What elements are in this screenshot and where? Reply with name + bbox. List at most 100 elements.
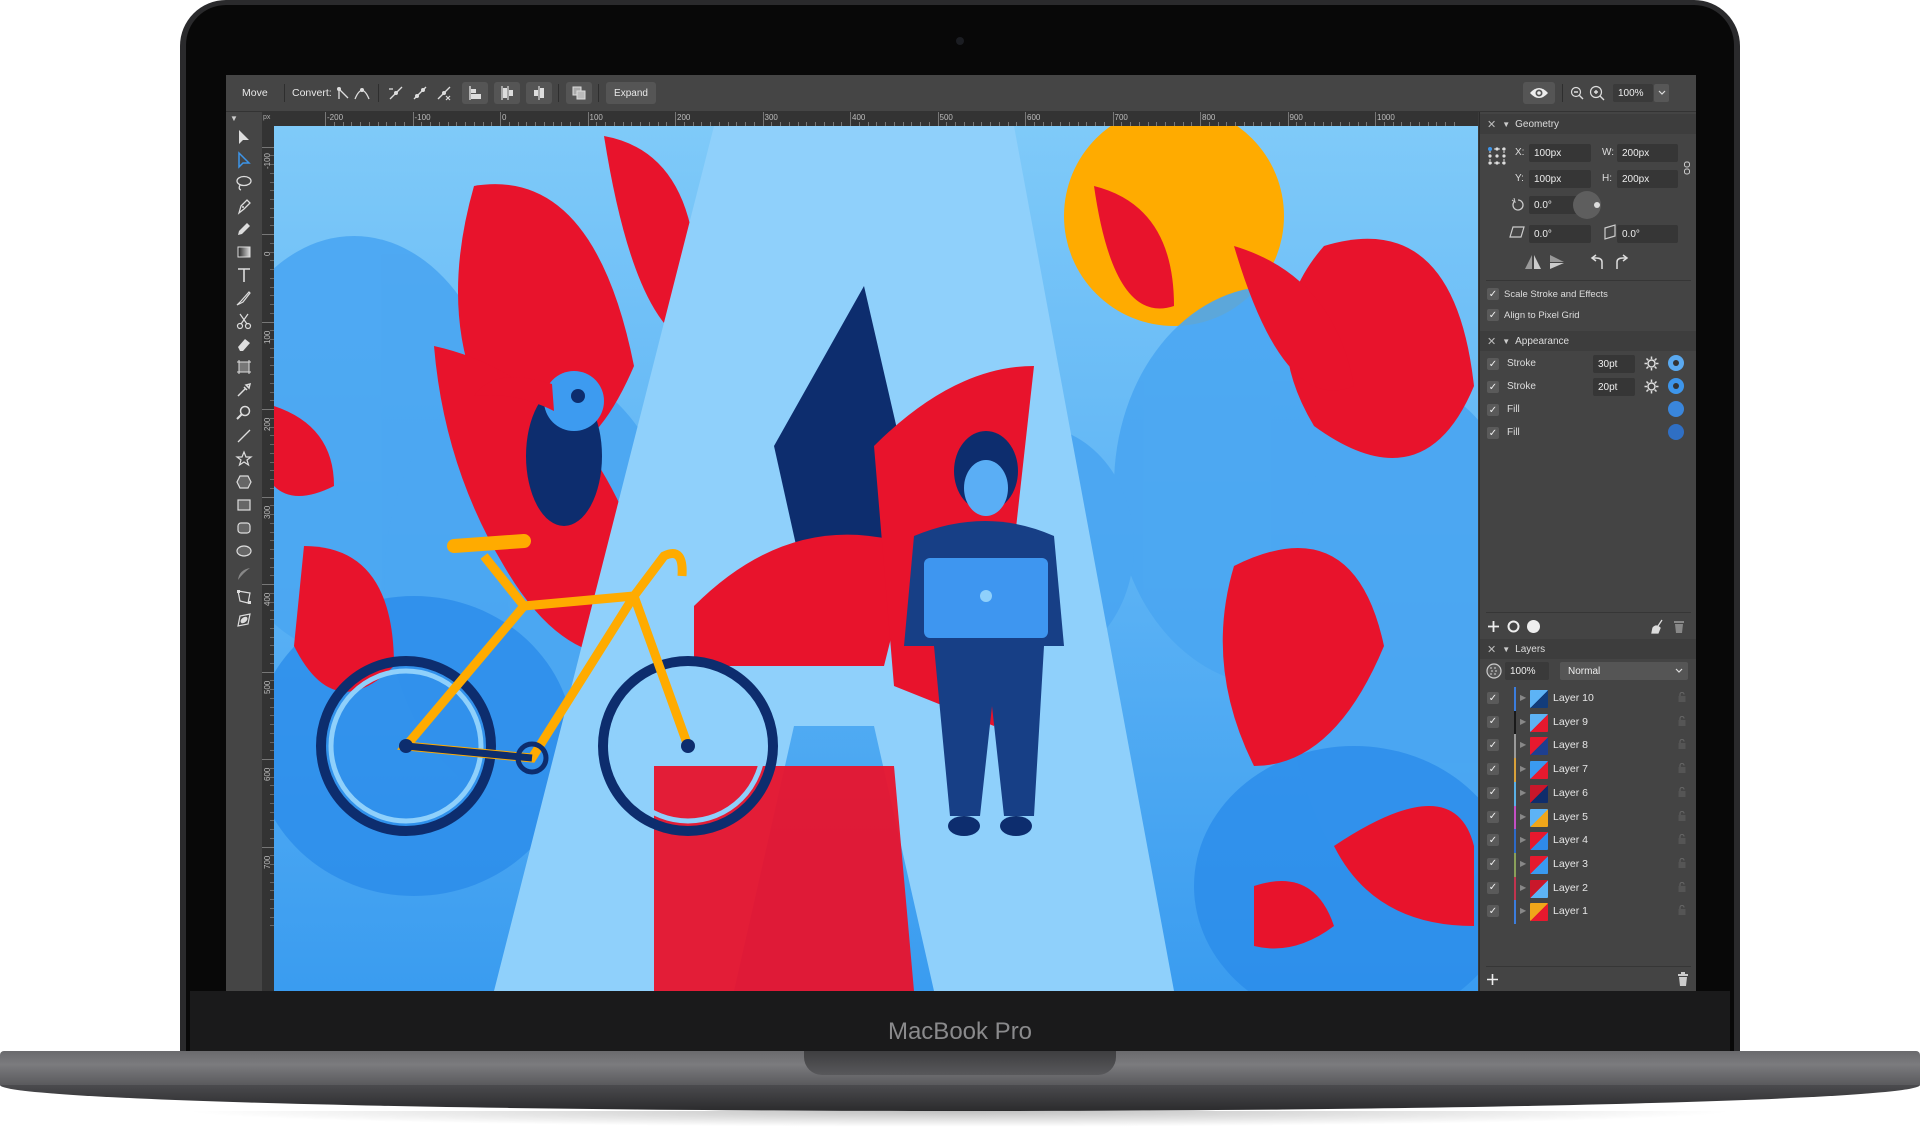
close-icon[interactable]: ✕	[1487, 335, 1496, 348]
close-icon[interactable]: ✕	[1487, 643, 1496, 656]
lock-icon[interactable]	[1678, 857, 1686, 868]
canvas[interactable]	[274, 126, 1478, 991]
expand-triangle-icon[interactable]: ▶	[1520, 717, 1526, 726]
fill-color-swatch[interactable]	[1668, 424, 1684, 440]
rectangle-tool[interactable]	[232, 494, 256, 516]
clear-appearance-icon[interactable]	[1650, 619, 1664, 634]
expand-triangle-icon[interactable]: ▶	[1520, 740, 1526, 749]
symbol-tool[interactable]	[232, 609, 256, 631]
layer-opacity-field[interactable]: 100%	[1505, 662, 1549, 680]
stroke-color-swatch[interactable]	[1668, 378, 1684, 394]
toolbox-collapse-icon[interactable]: ▼	[230, 114, 238, 123]
layer-row[interactable]: ✓ ▶ Layer 6	[1480, 781, 1696, 806]
lock-icon[interactable]	[1678, 786, 1686, 797]
lock-icon[interactable]	[1678, 739, 1686, 750]
convert-smooth-icon[interactable]	[354, 75, 370, 111]
vertical-ruler[interactable]: -100 0 100 200 300 400 500 600 700	[262, 126, 274, 991]
expand-triangle-icon[interactable]: ▶	[1520, 906, 1526, 915]
zoom-dropdown[interactable]	[1654, 84, 1669, 102]
convert-corner-icon[interactable]	[336, 75, 350, 111]
geometry-header[interactable]: ✕ ▼ Geometry	[1480, 114, 1696, 134]
close-icon[interactable]: ✕	[1487, 118, 1496, 131]
add-stroke-ring-icon[interactable]	[1506, 619, 1521, 634]
star-tool[interactable]	[232, 448, 256, 470]
lock-icon[interactable]	[1678, 834, 1686, 845]
anchor-point-grid-icon[interactable]	[1488, 147, 1506, 165]
add-fill-icon[interactable]	[1526, 619, 1541, 634]
pencil-tool[interactable]	[232, 218, 256, 240]
lock-icon[interactable]	[1678, 763, 1686, 774]
appearance-header[interactable]: ✕ ▼ Appearance	[1480, 331, 1696, 351]
flip-horizontal-icon[interactable]	[1524, 254, 1542, 270]
expand-triangle-icon[interactable]: ▶	[1520, 883, 1526, 892]
ellipse-tool[interactable]	[232, 540, 256, 562]
lock-icon[interactable]	[1678, 692, 1686, 702]
layer-visibility-checkbox[interactable]: ✓	[1487, 834, 1499, 847]
scale-stroke-checkbox[interactable]: ✓	[1487, 288, 1499, 300]
eraser-tool[interactable]	[232, 333, 256, 355]
lock-icon[interactable]	[1678, 905, 1686, 916]
break-path-icon[interactable]	[388, 75, 404, 111]
stroke-width-field[interactable]: 30pt	[1593, 355, 1635, 373]
layer-visibility-checkbox[interactable]: ✓	[1487, 692, 1499, 704]
rotation-dial-handle[interactable]	[1594, 202, 1600, 208]
delete-layer-icon[interactable]	[1677, 972, 1689, 987]
lock-icon[interactable]	[1678, 881, 1686, 892]
direct-select-tool[interactable]	[232, 149, 256, 171]
rotation-field[interactable]: 0.0°	[1529, 196, 1577, 214]
add-layer-icon[interactable]	[1486, 973, 1499, 986]
gear-icon[interactable]	[1644, 356, 1659, 371]
rotate-left-icon[interactable]	[1590, 254, 1606, 270]
zoom-tool[interactable]	[232, 402, 256, 424]
align-bottom-left-button[interactable]	[462, 82, 488, 104]
flip-vertical-icon[interactable]	[1549, 254, 1565, 270]
pen-tool[interactable]	[232, 195, 256, 217]
gear-icon[interactable]	[1644, 379, 1659, 394]
layer-row[interactable]: ✓ ▶ Layer 5	[1480, 805, 1696, 830]
layer-visibility-checkbox[interactable]: ✓	[1487, 715, 1499, 728]
expand-triangle-icon[interactable]: ▶	[1520, 788, 1526, 797]
layer-row[interactable]: ✓ ▶ Layer 3	[1480, 852, 1696, 877]
move-button[interactable]: Move	[242, 75, 268, 111]
expand-triangle-icon[interactable]: ▶	[1520, 812, 1526, 821]
layer-visibility-checkbox[interactable]: ✓	[1487, 857, 1499, 870]
skew-vertical-field[interactable]: 0.0°	[1617, 225, 1678, 243]
appearance-visible-checkbox[interactable]: ✓	[1487, 404, 1499, 416]
text-tool[interactable]	[232, 264, 256, 286]
brush-tool[interactable]	[232, 287, 256, 309]
appearance-visible-checkbox[interactable]: ✓	[1487, 427, 1499, 439]
layers-header[interactable]: ✕ ▼ Layers	[1480, 639, 1696, 659]
rotation-dial[interactable]	[1573, 191, 1601, 219]
rounded-rectangle-tool[interactable]	[232, 517, 256, 539]
layer-row[interactable]: ✓ ▶ Layer 1	[1480, 900, 1696, 925]
arc-tool[interactable]	[232, 563, 256, 585]
artboard-tool[interactable]	[232, 356, 256, 378]
expand-triangle-icon[interactable]: ▶	[1520, 693, 1526, 702]
eyedropper-tool[interactable]	[232, 379, 256, 401]
layer-row[interactable]: ✓ ▶ Layer 7	[1480, 758, 1696, 783]
select-tool[interactable]	[232, 126, 256, 148]
layer-row[interactable]: ✓ ▶ Layer 2	[1480, 876, 1696, 901]
stroke-width-field[interactable]: 20pt	[1593, 378, 1635, 396]
distribute-horizontal-button[interactable]	[494, 82, 520, 104]
appearance-visible-checkbox[interactable]: ✓	[1487, 358, 1499, 370]
boolean-union-button[interactable]	[566, 82, 592, 104]
transform-tool[interactable]	[232, 586, 256, 608]
link-icon[interactable]	[1683, 161, 1691, 175]
align-center-button[interactable]	[526, 82, 552, 104]
polygon-tool[interactable]	[232, 471, 256, 493]
layer-row[interactable]: ✓ ▶ Layer 8	[1480, 734, 1696, 759]
layer-visibility-checkbox[interactable]: ✓	[1487, 739, 1499, 752]
gradient-tool[interactable]	[232, 241, 256, 263]
lock-icon[interactable]	[1678, 810, 1686, 821]
appearance-visible-checkbox[interactable]: ✓	[1487, 381, 1499, 393]
preview-button[interactable]	[1523, 82, 1555, 104]
h-field[interactable]: 200px	[1617, 170, 1678, 188]
expand-triangle-icon[interactable]: ▶	[1520, 859, 1526, 868]
w-field[interactable]: 200px	[1617, 144, 1678, 162]
layer-visibility-checkbox[interactable]: ✓	[1487, 810, 1499, 823]
align-pixel-grid-checkbox[interactable]: ✓	[1487, 309, 1499, 321]
scissors-tool[interactable]	[232, 310, 256, 332]
zoom-level-field[interactable]: 100%	[1613, 84, 1653, 102]
expand-triangle-icon[interactable]: ▶	[1520, 764, 1526, 773]
